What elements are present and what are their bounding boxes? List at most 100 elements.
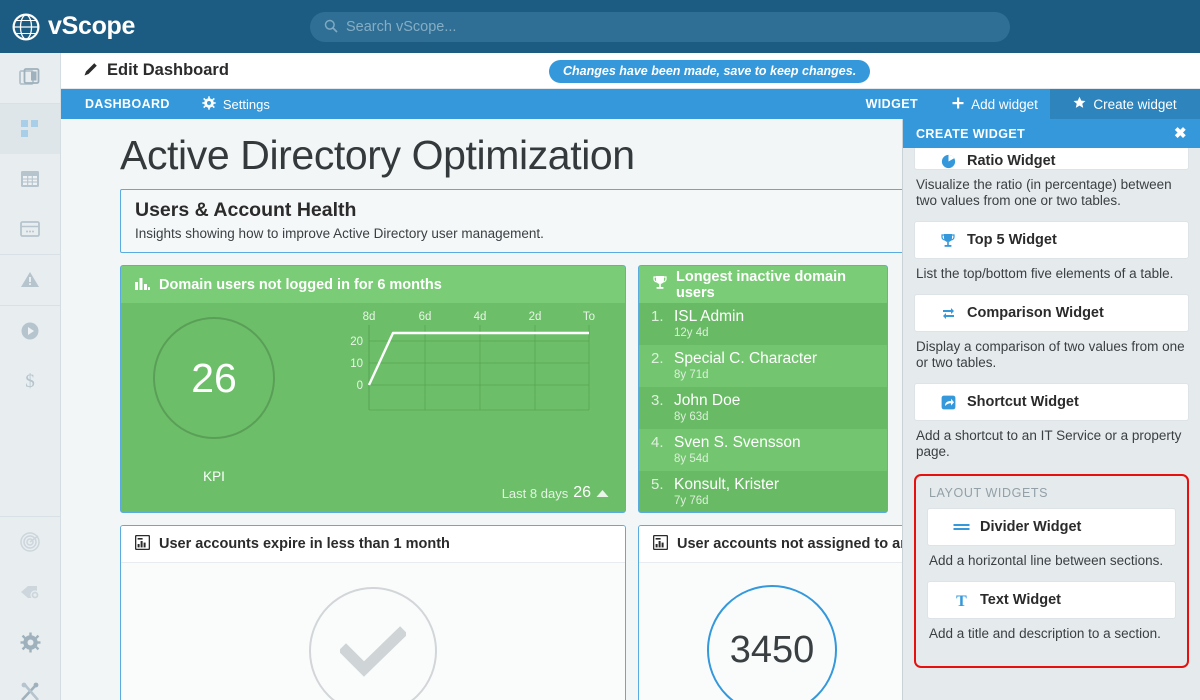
top5-entry: Konsult, Krister 7y 76d bbox=[674, 476, 779, 507]
top-bar: vScope Search vScope... bbox=[0, 0, 1200, 53]
text-t-icon: T bbox=[952, 593, 970, 608]
widget-type-card[interactable]: Top 5 Widget bbox=[914, 221, 1189, 259]
page-title: Edit Dashboard bbox=[61, 61, 229, 81]
warning-triangle-icon bbox=[19, 270, 41, 290]
top5-rank: 4. bbox=[651, 434, 664, 451]
globe-logo-icon bbox=[11, 12, 41, 42]
close-icon[interactable]: ✖ bbox=[1174, 126, 1187, 141]
layout-widgets-section: LAYOUT WIDGETS Divider Widget Add a horizo… bbox=[914, 474, 1189, 668]
expire-widget-header: User accounts expire in less than 1 mont… bbox=[121, 526, 625, 563]
divider-lines-icon bbox=[952, 521, 970, 533]
top5-rank: 3. bbox=[651, 392, 664, 409]
kpi-trend-chart: 8d 6d 4d 2d To 20 10 0 bbox=[307, 309, 601, 469]
triangle-up-icon bbox=[596, 486, 609, 501]
kpi-circle: 26 bbox=[153, 317, 275, 439]
radar-icon bbox=[19, 531, 41, 553]
tab-settings[interactable]: Settings bbox=[188, 95, 284, 113]
widget-type-description: Visualize the ratio (in percentage) betw… bbox=[916, 177, 1172, 208]
search-placeholder: Search vScope... bbox=[346, 18, 457, 35]
page-title-text: Edit Dashboard bbox=[107, 61, 229, 79]
star-icon bbox=[1073, 96, 1086, 112]
widget-type-description: Add a shortcut to an IT Service or a pro… bbox=[916, 428, 1182, 459]
widget-type-card[interactable]: Divider Widget bbox=[927, 508, 1176, 546]
blocks-icon bbox=[20, 119, 40, 139]
tab-settings-label: Settings bbox=[222, 96, 270, 112]
add-widget-button[interactable]: Add widget bbox=[940, 89, 1050, 119]
create-widget-tab[interactable]: Create widget bbox=[1050, 89, 1200, 119]
trophy-icon bbox=[653, 275, 667, 294]
widget-type-description: List the top/bottom five elements of a t… bbox=[916, 266, 1174, 281]
svg-text:T: T bbox=[956, 593, 967, 608]
kpi-gauge: 26 KPI bbox=[121, 303, 307, 512]
app-root: vScope Search vScope... $ Edit Dashboard… bbox=[0, 0, 1200, 700]
kpi-footer: Last 8 days 26 bbox=[502, 484, 609, 502]
add-widget-label: Add widget bbox=[971, 96, 1038, 112]
section-title: Users & Account Health bbox=[135, 199, 357, 221]
widget-type-card[interactable]: Shortcut Widget bbox=[914, 383, 1189, 421]
trophy-icon bbox=[939, 233, 957, 248]
expire-widget-body bbox=[121, 563, 625, 700]
sidebar-item-play[interactable] bbox=[0, 306, 60, 356]
top5-list: 1. ISL Admin 12y 4d 2. Special C. Character 8… bbox=[639, 303, 887, 512]
rail-group-3 bbox=[0, 255, 60, 306]
sidebar-item-widgets[interactable] bbox=[0, 104, 60, 154]
sidebar-item-settings[interactable] bbox=[0, 617, 60, 667]
sidebar-item-discovery[interactable] bbox=[0, 517, 60, 567]
kpi-footer-text: Last 8 days bbox=[501, 485, 569, 501]
svg-text:2d: 2d bbox=[529, 311, 542, 323]
dollar-icon: $ bbox=[22, 370, 38, 392]
widget-type-card[interactable]: Comparison Widget bbox=[914, 294, 1189, 332]
widget-section-label: WIDGET bbox=[865, 97, 918, 111]
kpi-widget[interactable]: Domain users not logged in for 6 months … bbox=[120, 265, 626, 513]
top5-row[interactable]: 2. Special C. Character 8y 71d bbox=[639, 345, 887, 387]
edit-dashboard-header: Edit Dashboard Changes have been made, s… bbox=[61, 53, 1200, 89]
layout-widgets-label: LAYOUT WIDGETS bbox=[929, 486, 1049, 500]
sidebar-item-alerts[interactable] bbox=[0, 255, 60, 305]
widget-type-description: Add a title and description to a section… bbox=[929, 626, 1161, 641]
brand[interactable]: vScope bbox=[0, 12, 310, 42]
kpi-chart-icon bbox=[652, 534, 669, 554]
tab-dashboard[interactable]: DASHBOARD bbox=[61, 97, 188, 111]
create-widget-panel-header: CREATE WIDGET ✖ bbox=[903, 119, 1200, 148]
top5-rank: 1. bbox=[651, 308, 664, 325]
kpi-widget-header: Domain users not logged in for 6 months bbox=[121, 266, 625, 303]
top5-name: Sven S. Svensson bbox=[674, 434, 801, 451]
top5-row[interactable]: 1. ISL Admin 12y 4d bbox=[639, 303, 887, 345]
save-notice-badge[interactable]: Changes have been made, save to keep cha… bbox=[549, 60, 871, 83]
kpi-footer-value: 26 bbox=[573, 484, 591, 501]
top5-widget[interactable]: Longest inactive domain users 1. ISL Admi… bbox=[638, 265, 888, 513]
top5-sub: 8y 63d bbox=[674, 411, 709, 423]
expire-widget[interactable]: User accounts expire in less than 1 mont… bbox=[120, 525, 626, 700]
window-icon bbox=[19, 220, 41, 238]
sidebar-item-cost[interactable]: $ bbox=[0, 356, 60, 406]
text-widget-section[interactable]: Users & Account Health Insights showing … bbox=[120, 189, 904, 253]
search-input[interactable]: Search vScope... bbox=[310, 11, 1010, 42]
search-icon bbox=[324, 19, 338, 35]
sidebar-item-tools[interactable] bbox=[0, 667, 60, 700]
widget-type-card[interactable]: T Text Widget bbox=[927, 581, 1176, 619]
comparison-icon bbox=[939, 306, 957, 321]
widget-type-card[interactable]: Ratio Widget bbox=[914, 148, 1189, 170]
tab-bar-right: WIDGET Add widget Create widget bbox=[866, 89, 1200, 119]
top5-rank: 5. bbox=[651, 476, 664, 493]
sidebar-item-dashboards[interactable] bbox=[0, 53, 60, 103]
widget-type-label: Comparison Widget bbox=[967, 305, 1104, 321]
gear-icon bbox=[202, 95, 216, 113]
search-wrapper: Search vScope... bbox=[310, 11, 1010, 42]
top5-row[interactable]: 5. Konsult, Krister 7y 76d bbox=[639, 471, 887, 512]
top5-row[interactable]: 3. John Doe 8y 63d bbox=[639, 387, 887, 429]
pencil-icon bbox=[83, 61, 99, 81]
sidebar-item-tables[interactable] bbox=[0, 154, 60, 204]
unassigned-circle: 3450 bbox=[707, 585, 837, 700]
widget-type-description: Display a comparison of two values from … bbox=[916, 339, 1185, 370]
rail-group-1 bbox=[0, 53, 60, 104]
sidebar-item-reports[interactable] bbox=[0, 204, 60, 254]
kpi-value: 26 bbox=[191, 354, 237, 401]
kpi-widget-title: Domain users not logged in for 6 months bbox=[159, 276, 442, 293]
top5-sub: 12y 4d bbox=[674, 327, 709, 339]
sidebar-item-integrations[interactable] bbox=[0, 567, 60, 617]
tag-gear-icon bbox=[19, 582, 41, 602]
create-widget-label: Create widget bbox=[1093, 96, 1177, 112]
top5-row[interactable]: 4. Sven S. Svensson 8y 54d bbox=[639, 429, 887, 471]
tab-bar-left: DASHBOARD Settings bbox=[61, 89, 284, 119]
